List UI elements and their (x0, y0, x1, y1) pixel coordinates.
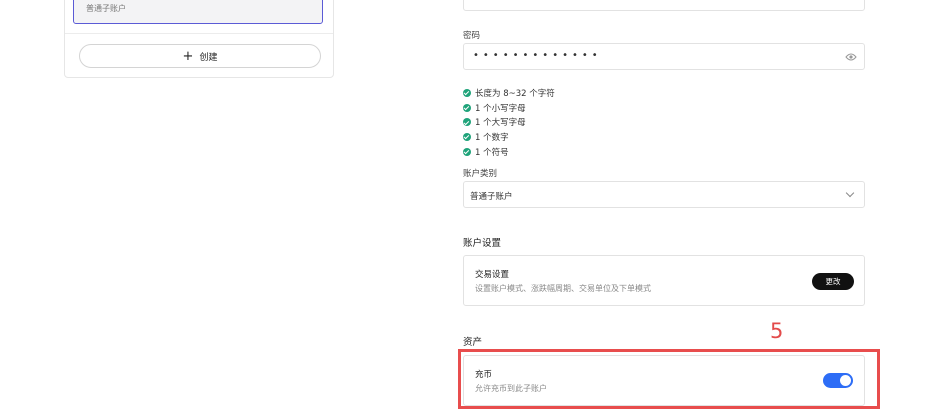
plus-icon: + (182, 48, 194, 64)
password-rules-list: 长度为 8~32 个字符 1 个小写字母 1 个大写字母 1 个数字 1 个符号 (463, 86, 555, 159)
password-rule: 1 个符号 (463, 144, 555, 159)
annotation-highlight-box (458, 349, 880, 409)
page: 普通子账户 + 创建 密码 ••••••••••••• 长度为 8~32 个字符 (0, 0, 940, 418)
username-input[interactable] (463, 0, 865, 11)
account-type-select[interactable]: 普通子账户 (463, 181, 865, 208)
create-button[interactable]: + 创建 (79, 44, 321, 68)
trade-settings-title: 交易设置 (475, 270, 510, 280)
check-icon (463, 147, 471, 156)
password-rule: 长度为 8~32 个字符 (463, 86, 555, 101)
divider (65, 33, 333, 34)
password-label: 密码 (463, 31, 481, 41)
trade-settings-card: 交易设置 设置账户模式、涨跌幅周期、交易单位及下单模式 更改 (463, 255, 865, 306)
account-settings-title: 账户设置 (463, 238, 502, 249)
check-icon (463, 118, 471, 127)
password-rule: 1 个大写字母 (463, 115, 555, 130)
check-icon (463, 133, 471, 142)
account-type-label: 账户类别 (463, 169, 498, 179)
chevron-down-icon (845, 188, 855, 198)
password-rule: 1 个数字 (463, 130, 555, 145)
check-icon (463, 103, 471, 112)
password-input[interactable]: ••••••••••••• (463, 43, 865, 70)
password-masked-value: ••••••••••••• (473, 50, 602, 61)
sub-account-list-card: 普通子账户 + 创建 (64, 0, 334, 78)
trade-settings-description: 设置账户模式、涨跌幅周期、交易单位及下单模式 (475, 284, 651, 293)
eye-icon[interactable] (845, 52, 857, 62)
check-icon (463, 89, 471, 98)
change-button[interactable]: 更改 (812, 273, 854, 290)
account-type-value: 普通子账户 (470, 192, 513, 202)
assets-title: 资产 (463, 337, 483, 348)
sub-account-list-item-label: 普通子账户 (86, 4, 126, 13)
password-rule: 1 个小写字母 (463, 101, 555, 116)
create-button-label: 创建 (199, 52, 218, 63)
sub-account-list-item-selected[interactable]: 普通子账户 (73, 0, 323, 24)
annotation-number: 5 (770, 319, 784, 343)
